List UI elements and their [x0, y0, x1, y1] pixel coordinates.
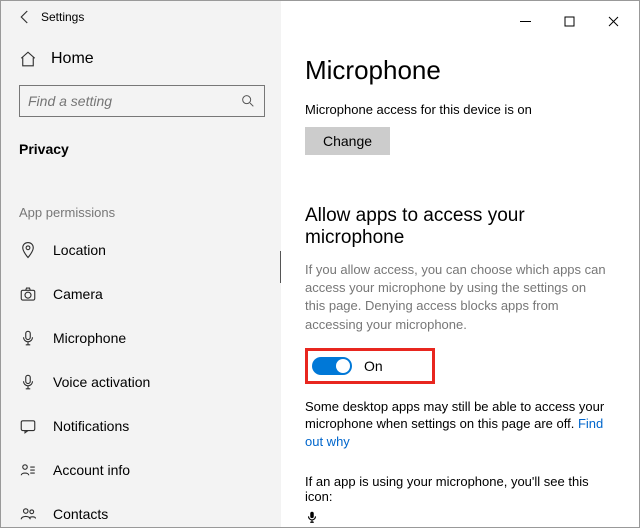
scroll-indicator	[280, 251, 281, 283]
minimize-button[interactable]	[503, 7, 547, 35]
sidebar-item-camera[interactable]: Camera	[15, 272, 265, 316]
sidebar-item-label: Contacts	[53, 506, 108, 522]
allow-description: If you allow access, you can choose whic…	[305, 261, 609, 334]
microphone-icon	[19, 329, 37, 347]
search-icon	[240, 93, 256, 109]
category-label: Privacy	[19, 141, 265, 157]
change-button[interactable]: Change	[305, 127, 390, 155]
access-status: Microphone access for this device is on	[305, 102, 609, 117]
using-text: If an app is using your microphone, you'…	[305, 474, 609, 504]
account-icon	[19, 461, 37, 479]
notifications-icon	[19, 417, 37, 435]
sidebar-item-notifications[interactable]: Notifications	[15, 404, 265, 448]
window-title: Settings	[41, 10, 84, 24]
close-button[interactable]	[591, 7, 635, 35]
mic-indicator-icon	[305, 508, 609, 527]
sidebar-item-voice-activation[interactable]: Voice activation	[15, 360, 265, 404]
location-icon	[19, 241, 37, 259]
voice-icon	[19, 373, 37, 391]
sidebar-item-location[interactable]: Location	[15, 228, 265, 272]
allow-toggle-row: On	[305, 348, 435, 384]
sidebar-item-label: Microphone	[53, 330, 126, 346]
sidebar-item-label: Location	[53, 242, 106, 258]
sidebar-item-label: Account info	[53, 462, 130, 478]
section-label: App permissions	[19, 205, 265, 220]
home-label: Home	[51, 50, 94, 68]
maximize-button[interactable]	[547, 7, 591, 35]
desktop-note: Some desktop apps may still be able to a…	[305, 398, 609, 451]
home-icon	[19, 50, 37, 68]
toggle-state-label: On	[364, 358, 383, 374]
allow-toggle[interactable]	[312, 357, 352, 375]
search-input[interactable]	[28, 93, 240, 109]
sidebar-item-account-info[interactable]: Account info	[15, 448, 265, 492]
page-title: Microphone	[305, 55, 609, 86]
search-box[interactable]	[19, 85, 265, 117]
contacts-icon	[19, 505, 37, 523]
allow-heading: Allow apps to access your microphone	[305, 205, 609, 249]
camera-icon	[19, 285, 37, 303]
back-button[interactable]	[9, 1, 41, 33]
sidebar-item-contacts[interactable]: Contacts	[15, 492, 265, 527]
sidebar-item-label: Camera	[53, 286, 103, 302]
sidebar-item-label: Notifications	[53, 418, 129, 434]
home-button[interactable]: Home	[19, 37, 265, 81]
sidebar-item-microphone[interactable]: Microphone	[15, 316, 265, 360]
sidebar-item-label: Voice activation	[53, 374, 150, 390]
